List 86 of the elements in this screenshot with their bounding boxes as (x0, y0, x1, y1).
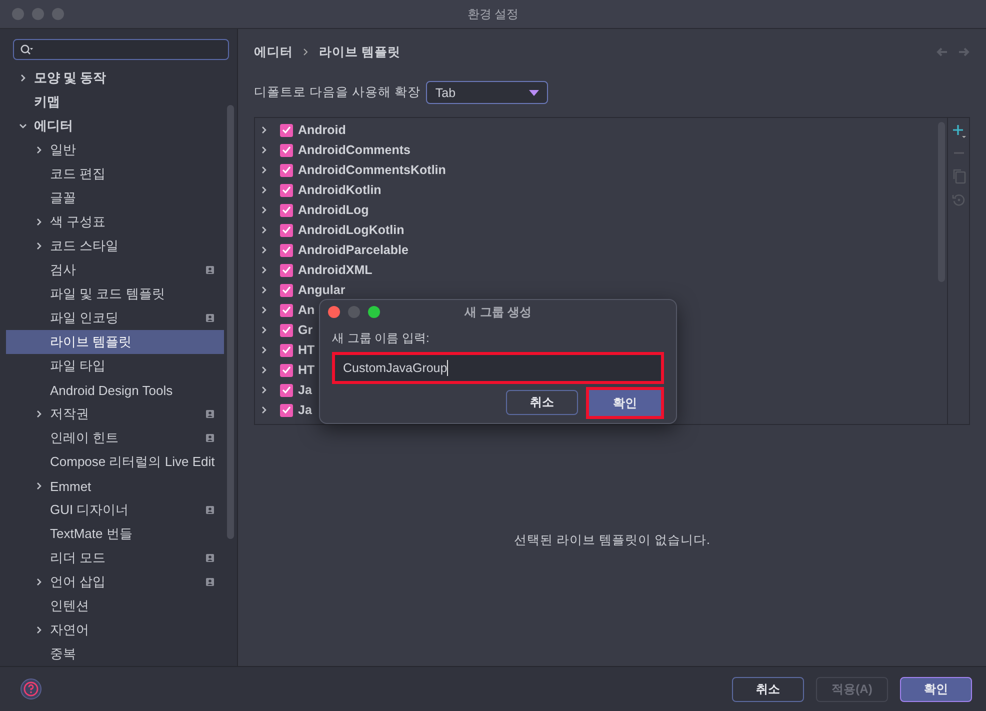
collapsed-chevron-icon[interactable] (34, 145, 44, 155)
sidebar-item[interactable]: 인텐션 (6, 594, 224, 618)
ok-button[interactable]: 확인 (900, 676, 972, 702)
template-group-name: Ja (298, 383, 312, 397)
template-group-name: Gr (298, 323, 313, 337)
sidebar-item[interactable]: 일반 (6, 138, 224, 162)
checkbox[interactable] (280, 324, 293, 336)
field-label: 새 그룹 이름 입력: (332, 330, 430, 347)
template-group-name: AndroidCommentsKotlin (298, 163, 446, 177)
sidebar-item[interactable]: Android Design Tools (6, 378, 224, 402)
search-icon (20, 44, 34, 56)
collapsed-chevron-icon[interactable] (18, 73, 28, 83)
checkbox[interactable] (280, 364, 293, 376)
checkbox[interactable] (280, 344, 293, 356)
sidebar-item[interactable]: 코드 스타일 (6, 234, 224, 258)
collapsed-chevron-icon[interactable] (34, 625, 44, 635)
checkbox[interactable] (280, 384, 293, 396)
sidebar-item[interactable]: 키맵 (6, 90, 224, 114)
search-field[interactable] (13, 39, 229, 60)
sidebar-item[interactable]: 언어 삽입 (6, 570, 224, 594)
template-group-name: HT (298, 343, 315, 357)
zoom-icon[interactable] (368, 306, 380, 318)
sidebar-item[interactable]: 파일 인코딩 (6, 306, 224, 330)
expanded-chevron-icon[interactable] (18, 121, 28, 131)
checkbox[interactable] (280, 204, 293, 216)
sidebar-item[interactable]: 파일 타입 (6, 354, 224, 378)
checkbox[interactable] (280, 404, 293, 416)
cancel-button[interactable]: 취소 (506, 390, 578, 415)
close-icon[interactable] (328, 306, 340, 318)
dialog-title: 새 그룹 생성 (464, 304, 532, 320)
template-group-name: HT (298, 363, 315, 377)
group-name-input[interactable]: CustomJavaGroup (332, 352, 664, 384)
add-icon[interactable] (952, 124, 966, 138)
collapsed-chevron-icon[interactable] (34, 241, 44, 251)
template-group-name: Angular (298, 283, 346, 297)
help-icon[interactable] (20, 678, 42, 700)
sidebar-item[interactable]: 코드 편집 (6, 162, 224, 186)
breadcrumb-item[interactable]: 에디터 (254, 44, 293, 60)
sidebar-item[interactable]: 리더 모드 (6, 546, 224, 570)
checkbox[interactable] (280, 164, 293, 176)
sidebar-item[interactable]: 색 구성표 (6, 210, 224, 234)
sidebar-item[interactable]: 글꼴 (6, 186, 224, 210)
window-title: 환경 설정 (467, 6, 519, 22)
ok-button[interactable]: 확인 (586, 387, 664, 419)
sidebar-item[interactable]: 중복 (6, 642, 224, 666)
sidebar-item[interactable]: 자연어 (6, 618, 224, 642)
checkbox[interactable] (280, 144, 293, 156)
template-group-name: AndroidComments (298, 143, 410, 157)
sidebar-item[interactable]: 라이브 템플릿 (6, 330, 224, 354)
collapsed-chevron-icon[interactable] (34, 409, 44, 419)
checkbox[interactable] (280, 224, 293, 236)
sidebar-item[interactable]: 검사 (6, 258, 224, 282)
cancel-button[interactable]: 취소 (732, 676, 804, 702)
template-group-name: Android (298, 123, 346, 137)
checkbox[interactable] (280, 284, 293, 296)
template-group-name: AndroidLogKotlin (298, 223, 404, 237)
sidebar-item[interactable]: Compose 리터럴의 Live Edit (6, 450, 224, 474)
checkbox[interactable] (280, 244, 293, 256)
template-group-name: AndroidKotlin (298, 183, 382, 197)
breadcrumb-separator-icon (303, 48, 309, 56)
breadcrumb-item[interactable]: 라이브 템플릿 (319, 44, 400, 60)
collapsed-chevron-icon[interactable] (34, 217, 44, 227)
collapsed-chevron-icon[interactable] (34, 577, 44, 587)
template-group-name: AndroidXML (298, 263, 372, 277)
sidebar-item[interactable]: 저작권 (6, 402, 224, 426)
collapsed-chevron-icon[interactable] (34, 481, 44, 491)
template-group-name: AndroidLog (298, 203, 369, 217)
sidebar-item[interactable]: 에디터 (6, 114, 224, 138)
scrollbar[interactable] (227, 105, 234, 539)
expand-key-dropdown[interactable]: Tab (426, 81, 548, 104)
template-group-name: AndroidParcelable (298, 243, 408, 257)
template-group-name: An (298, 303, 315, 317)
sidebar-item[interactable]: TextMate 번들 (6, 522, 224, 546)
sidebar-item[interactable]: Emmet (6, 474, 224, 498)
checkbox[interactable] (280, 184, 293, 196)
sidebar-item[interactable]: 인레이 힌트 (6, 426, 224, 450)
template-group-name: Ja (298, 403, 312, 417)
checkbox[interactable] (280, 304, 293, 316)
checkbox[interactable] (280, 124, 293, 136)
sidebar-item[interactable]: GUI 디자이너 (6, 498, 224, 522)
checkbox[interactable] (280, 264, 293, 276)
sidebar-item[interactable]: 파일 및 코드 템플릿 (6, 282, 224, 306)
empty-message: 선택된 라이브 템플릿이 없습니다. (514, 532, 710, 549)
dropdown-arrow-icon (529, 90, 540, 96)
sidebar-item[interactable]: 모양 및 동작 (6, 66, 224, 90)
field-label: 디폴트로 다음을 사용해 확장 (254, 84, 420, 101)
